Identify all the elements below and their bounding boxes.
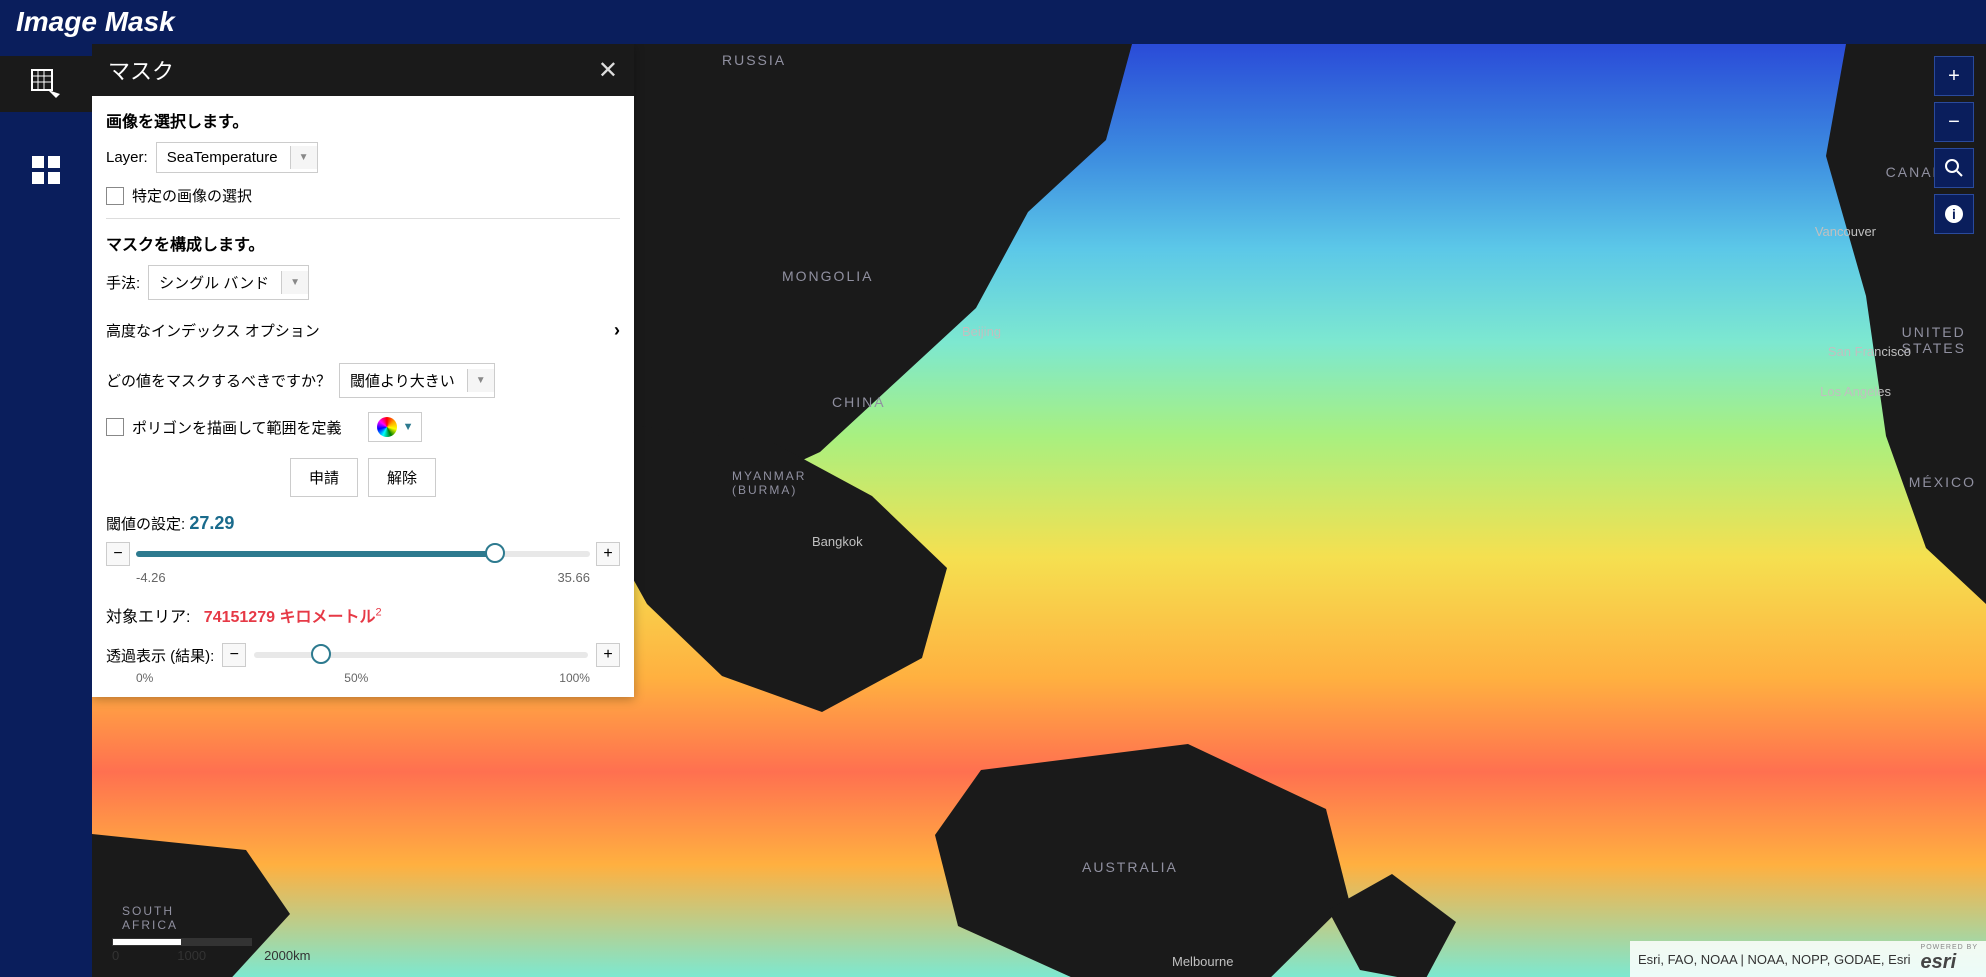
which-value-select[interactable]: 閾値より大きい ▼	[339, 363, 495, 398]
info-icon: i	[1944, 204, 1964, 224]
zoom-out-button[interactable]: −	[1934, 102, 1974, 142]
scale-0: 0	[112, 948, 119, 963]
slider-increment[interactable]: +	[596, 542, 620, 566]
advanced-label: 高度なインデックス オプション	[106, 320, 320, 341]
configure-title: マスクを構成します。	[106, 231, 620, 255]
plus-icon: +	[1948, 65, 1960, 88]
svg-text:i: i	[1952, 206, 1956, 222]
polygon-checkbox[interactable]	[106, 418, 124, 436]
slider-handle[interactable]	[311, 644, 331, 664]
threshold-label: 閾値の設定:	[106, 516, 185, 533]
specific-image-checkbox[interactable]	[106, 187, 124, 205]
trans-increment[interactable]: +	[596, 643, 620, 667]
clear-button[interactable]: 解除	[368, 458, 436, 497]
sidebar	[0, 44, 92, 977]
attribution-text: Esri, FAO, NOAA | NOAA, NOPP, GODAE, Esr…	[1638, 952, 1911, 967]
layer-select-value: SeaTemperature	[167, 149, 278, 166]
apply-button[interactable]: 申請	[290, 458, 358, 497]
divider	[106, 218, 620, 219]
search-icon	[1944, 158, 1964, 178]
layer-label: Layer:	[106, 149, 148, 166]
area-label: 対象エリア:	[106, 609, 190, 626]
panel-header: マスク ✕	[92, 44, 634, 96]
advanced-options-toggle[interactable]: 高度なインデックス オプション ›	[106, 312, 620, 349]
scale-2: 2000km	[264, 948, 310, 963]
chevron-down-icon: ▼	[290, 146, 317, 169]
area-exponent: 2	[375, 607, 381, 619]
area-value: 74151279	[204, 609, 275, 626]
close-icon[interactable]: ✕	[598, 56, 618, 85]
chevron-down-icon: ▼	[281, 271, 308, 294]
app-title: Image Mask	[16, 6, 175, 37]
slider-max: 35.66	[557, 570, 590, 585]
sidebar-tool-mask[interactable]	[0, 56, 92, 112]
mask-panel: マスク ✕ 画像を選択します。 Layer: SeaTemperature ▼ …	[92, 44, 634, 697]
slider-decrement[interactable]: −	[106, 542, 130, 566]
specific-image-label: 特定の画像の選択	[132, 185, 252, 206]
trans-decrement[interactable]: −	[222, 643, 246, 667]
slider-min: -4.26	[136, 570, 166, 585]
scale-1: 1000	[177, 948, 206, 963]
sidebar-tool-gallery[interactable]	[18, 142, 74, 198]
scalebar-seg	[112, 938, 182, 946]
panel-title: マスク	[108, 54, 174, 86]
trans-tick-1: 50%	[344, 671, 368, 685]
area-unit: キロメートル	[279, 609, 375, 626]
zoom-in-button[interactable]: +	[1934, 56, 1974, 96]
transparency-label: 透過表示 (結果):	[106, 645, 214, 666]
mask-tool-icon	[26, 64, 66, 104]
map-controls: + − i	[1934, 56, 1974, 234]
method-select[interactable]: シングル バンド ▼	[148, 265, 309, 300]
threshold-value: 27.29	[189, 513, 234, 533]
trans-tick-2: 100%	[559, 671, 590, 685]
minus-icon: −	[1948, 111, 1960, 134]
scalebar-seg	[182, 938, 252, 946]
esri-powered-by: POWERED BY	[1921, 944, 1978, 951]
chevron-down-icon: ▼	[467, 369, 494, 392]
slider-handle[interactable]	[485, 543, 505, 563]
method-select-value: シングル バンド	[159, 272, 269, 293]
map-canvas[interactable]: RUSSIA MONGOLIA CHINA MYANMAR (BURMA) AU…	[92, 44, 1986, 977]
method-label: 手法:	[106, 272, 140, 293]
app-header: Image Mask	[0, 0, 1986, 44]
info-button[interactable]: i	[1934, 194, 1974, 234]
scalebar: 0 1000 2000km	[112, 938, 310, 963]
layer-select[interactable]: SeaTemperature ▼	[156, 142, 318, 173]
transparency-slider[interactable]	[254, 652, 588, 658]
threshold-slider[interactable]	[136, 551, 590, 557]
which-value-select-value: 閾値より大きい	[350, 370, 455, 391]
color-picker[interactable]: ▼	[368, 412, 423, 442]
slider-fill	[136, 551, 495, 557]
trans-tick-0: 0%	[136, 671, 153, 685]
chevron-right-icon: ›	[614, 320, 620, 341]
polygon-label: ポリゴンを描画して範囲を定義	[132, 417, 342, 438]
esri-logo: esri	[1921, 951, 1957, 973]
chevron-down-icon: ▼	[403, 421, 414, 433]
attribution-bar: Esri, FAO, NOAA | NOAA, NOPP, GODAE, Esr…	[1630, 941, 1986, 977]
gallery-icon	[28, 152, 64, 188]
color-swatch-icon	[377, 417, 397, 437]
which-value-label: どの値をマスクするべきですか？	[106, 370, 331, 391]
search-button[interactable]	[1934, 148, 1974, 188]
select-image-title: 画像を選択します。	[106, 108, 620, 132]
